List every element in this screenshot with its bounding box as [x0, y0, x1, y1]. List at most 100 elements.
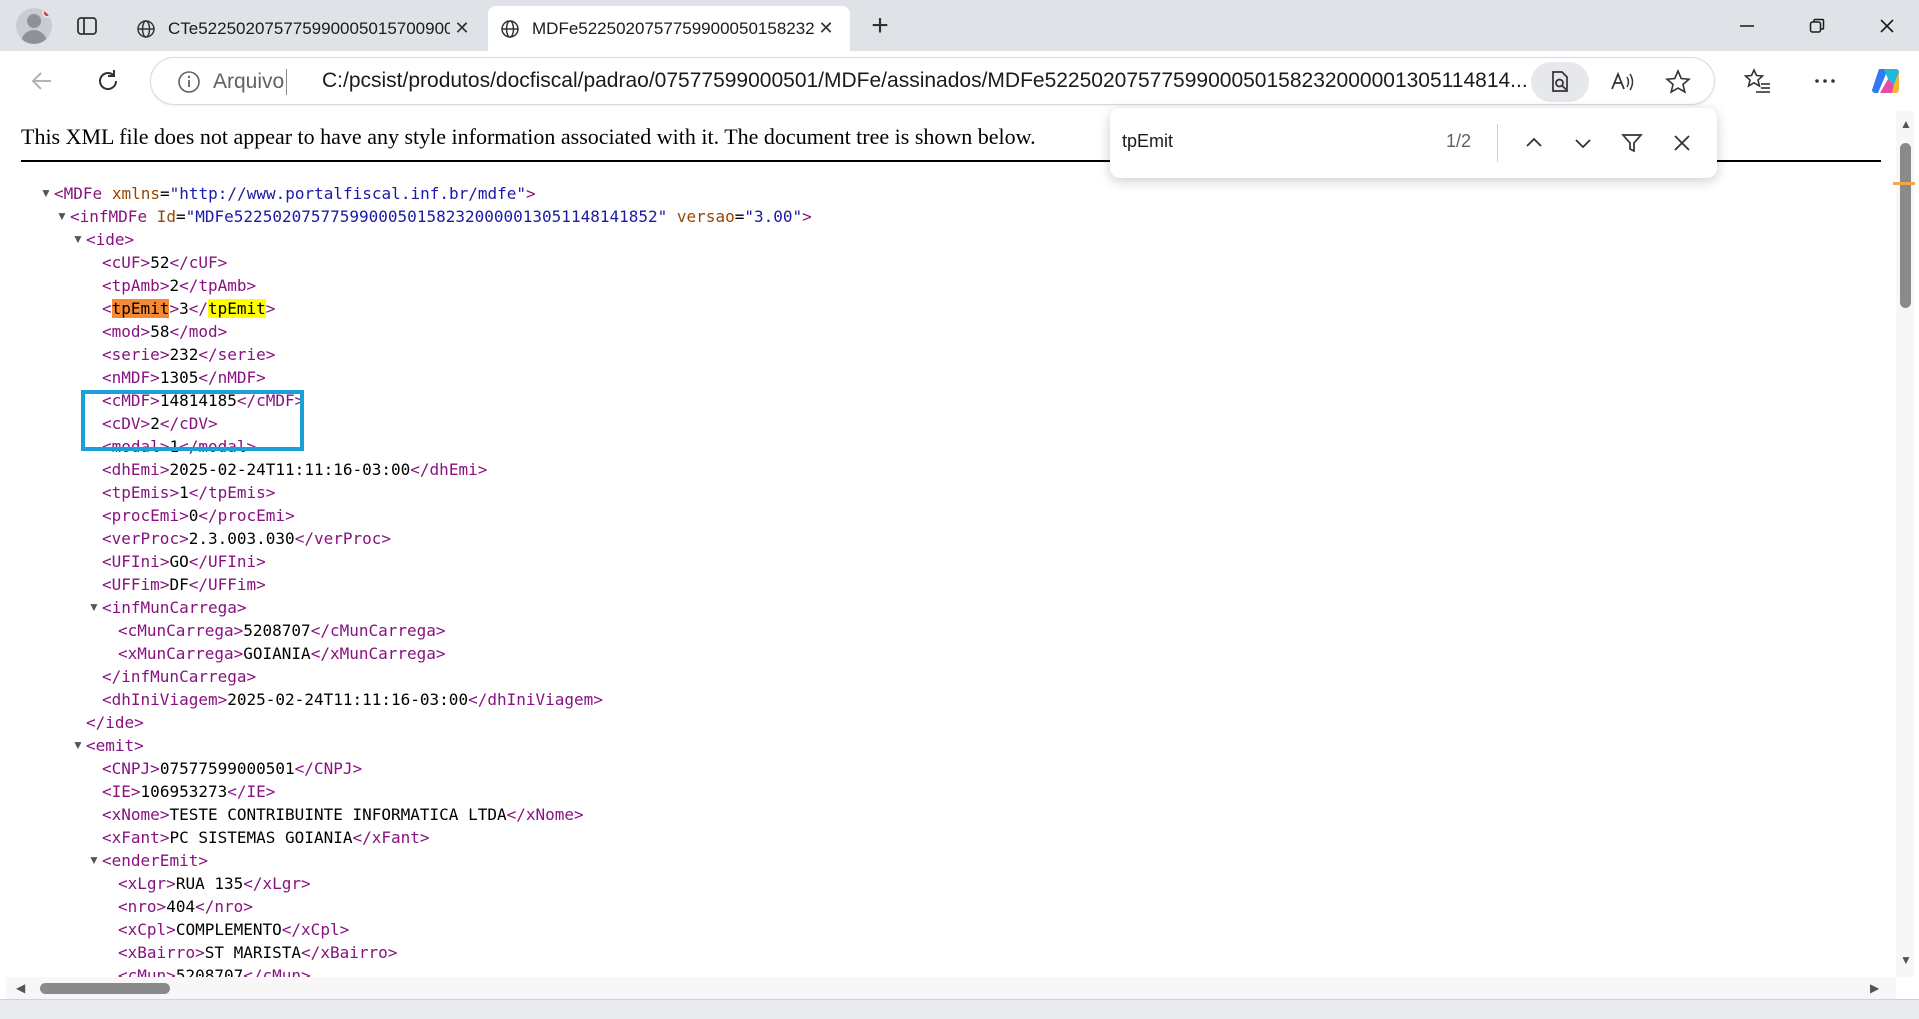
tag-name: ide: [95, 230, 125, 249]
collapse-triangle-icon[interactable]: ▼: [88, 596, 100, 619]
tab-actions-button[interactable]: [70, 10, 104, 42]
element-value: 07577599000501: [159, 759, 295, 778]
tag-bracket: <: [118, 920, 128, 939]
tag-bracket: >: [285, 506, 295, 525]
avatar-body: [21, 30, 47, 44]
tag-name: UFIni: [111, 552, 160, 571]
tag-name: verProc: [111, 529, 180, 548]
minimize-button[interactable]: [1716, 0, 1778, 51]
collapse-triangle-icon[interactable]: ▼: [72, 228, 84, 251]
tab-mdfe[interactable]: MDFe522502075775990005015823200000130511…: [488, 6, 850, 51]
tag-bracket: </: [352, 828, 372, 847]
tag-bracket: >: [134, 736, 144, 755]
refresh-button[interactable]: [90, 63, 126, 99]
collapse-triangle-icon[interactable]: ▼: [56, 205, 68, 228]
element-value: 5208707: [175, 966, 244, 977]
back-button[interactable]: [24, 63, 60, 99]
close-window-button[interactable]: [1856, 0, 1918, 51]
tag-bracket: >: [140, 253, 151, 272]
tag-name: procEmi: [217, 506, 286, 525]
find-count: 1/2: [1446, 131, 1472, 151]
address-bar[interactable]: Arquivo C:/pcsist/produtos/docfiscal/pad…: [150, 57, 1715, 105]
find-previous-button[interactable]: [1518, 127, 1550, 159]
xml-style-notice: This XML file does not appear to have an…: [21, 124, 1036, 149]
read-aloud-button[interactable]: [1608, 68, 1636, 96]
tag-bracket: </: [198, 506, 218, 525]
tag-name: emit: [95, 736, 135, 755]
horizontal-scrollbar[interactable]: ◀ ▶: [6, 977, 1896, 999]
xml-viewer: This XML file does not appear to have an…: [6, 111, 1896, 977]
profile-avatar[interactable]: [16, 8, 52, 44]
collapse-triangle-icon[interactable]: ▼: [40, 182, 52, 205]
favorite-button[interactable]: [1664, 68, 1692, 96]
collapse-triangle-icon[interactable]: ▼: [72, 734, 84, 757]
attr-value: "3.00": [744, 207, 803, 226]
tag-name: IE: [246, 782, 266, 801]
tag-name: tpAmb: [198, 276, 247, 295]
find-filter-button[interactable]: [1616, 127, 1648, 159]
scroll-left-arrow-icon[interactable]: ◀: [16, 981, 25, 995]
tag-bracket: <: [102, 782, 112, 801]
tag-bracket: </: [310, 644, 330, 663]
xml-line: <CNPJ>07577599000501</CNPJ>: [102, 757, 362, 780]
vertical-scrollbar[interactable]: ▲ ▼: [1896, 111, 1914, 977]
element-value: DF: [169, 575, 189, 594]
tag-bracket: </: [281, 920, 302, 939]
tag-name: cUF: [111, 253, 141, 272]
tab-cte[interactable]: CTe5225020757759900050157009000000106107…: [124, 6, 486, 51]
tag-bracket: >: [217, 253, 228, 272]
scroll-right-arrow-icon[interactable]: ▶: [1870, 981, 1879, 995]
address-url[interactable]: C:/pcsist/produtos/docfiscal/padrao/0757…: [322, 69, 1528, 93]
tag-bracket: >: [195, 943, 205, 962]
tag-name: dhEmi: [429, 460, 478, 479]
document-search-icon: [1552, 71, 1568, 92]
tag-name: nro: [127, 897, 157, 916]
element-value: 2: [169, 276, 180, 295]
tag-name: nMDF: [111, 368, 151, 387]
scroll-up-arrow-icon[interactable]: ▲: [1900, 117, 1912, 131]
find-next-button[interactable]: [1567, 127, 1599, 159]
tag-bracket: <: [102, 460, 112, 479]
tag-name: infMunCarrega: [121, 667, 247, 686]
tag-bracket: >: [166, 920, 176, 939]
info-icon[interactable]: [177, 70, 201, 94]
tag-bracket: >: [301, 874, 311, 893]
find-separator: [1497, 124, 1498, 162]
tag-name: dhIniViagem: [111, 690, 218, 709]
tab-close-icon[interactable]: ✕: [814, 17, 838, 41]
tag-bracket: >: [150, 759, 160, 778]
find-close-button[interactable]: [1666, 127, 1698, 159]
read-aloud-icon: [1611, 71, 1634, 91]
xml-line: <enderEmit>: [102, 849, 208, 872]
tab-close-icon[interactable]: ✕: [450, 17, 474, 41]
xml-line: <dhEmi>2025-02-24T11:11:16-03:00</dhEmi>: [102, 458, 487, 481]
favorites-button[interactable]: [1740, 63, 1776, 99]
find-input[interactable]: [1122, 131, 1422, 152]
find-on-page-button[interactable]: [1531, 62, 1589, 102]
horizontal-scroll-thumb[interactable]: [40, 983, 170, 994]
equals: =: [159, 184, 170, 203]
copilot-button[interactable]: [1868, 63, 1904, 99]
tag-bracket: >: [159, 345, 170, 364]
collapse-triangle-icon[interactable]: ▼: [88, 849, 100, 872]
more-menu-button[interactable]: [1807, 63, 1843, 99]
tag-name: tpAmb: [111, 276, 160, 295]
tag-bracket: >: [179, 506, 189, 525]
vertical-scroll-thumb[interactable]: [1900, 143, 1911, 308]
tag-bracket: >: [265, 483, 276, 502]
tag-name: xMunCarrega: [127, 644, 234, 663]
element-value: 58: [150, 322, 170, 341]
restore-button[interactable]: [1786, 0, 1848, 51]
scroll-down-arrow-icon[interactable]: ▼: [1900, 953, 1912, 967]
element-value: GOIANIA: [243, 644, 311, 663]
xml-line: <dhIniViagem>2025-02-24T11:11:16-03:00</…: [102, 688, 603, 711]
tag-name: UFIni: [207, 552, 257, 571]
tag-bracket: >: [381, 529, 392, 548]
tag-bracket: >: [265, 782, 276, 801]
tag-bracket: >: [256, 368, 266, 387]
close-icon: [1674, 135, 1690, 151]
new-tab-button[interactable]: +: [862, 9, 898, 42]
tag-name: dhEmi: [111, 460, 160, 479]
tag-bracket: </: [102, 667, 122, 686]
